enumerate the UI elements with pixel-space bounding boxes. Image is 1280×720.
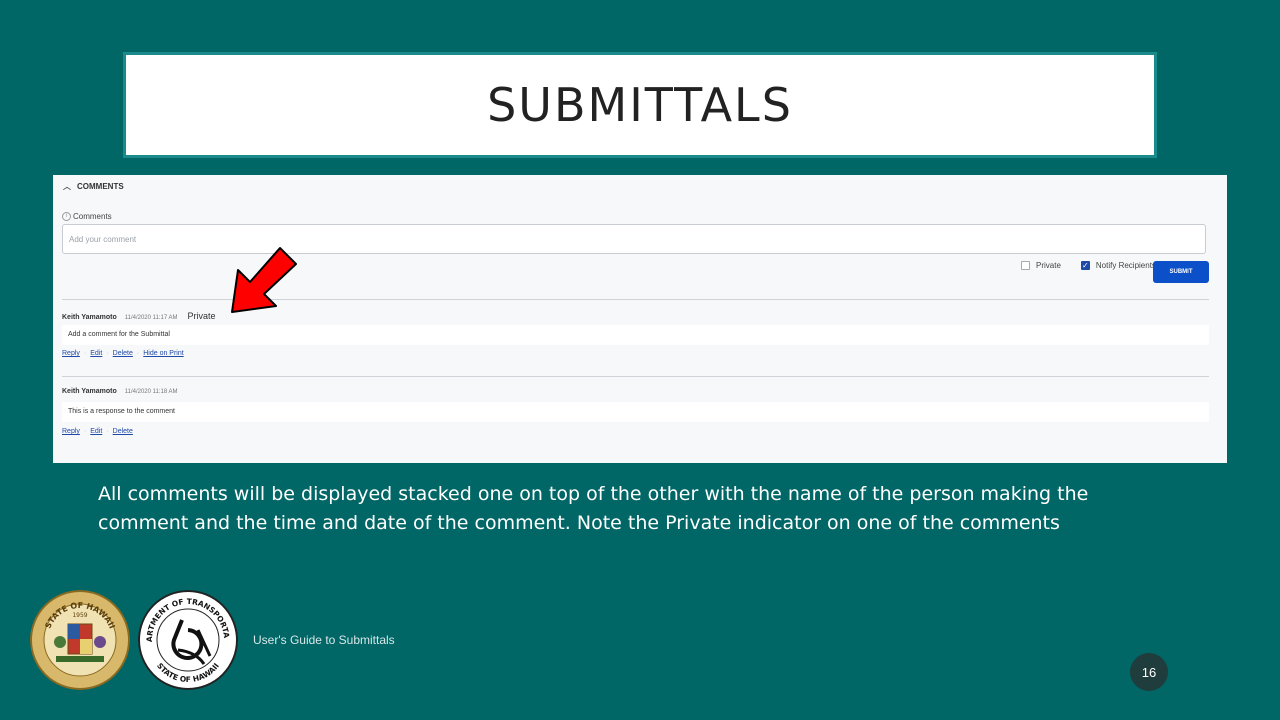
chevron-up-icon[interactable]: ︿ (63, 181, 71, 192)
comment-header: Keith Yamamoto 11/4/2020 11:18 AM (62, 388, 178, 395)
page-number: 16 (1130, 653, 1168, 691)
separator: · (106, 350, 109, 357)
private-checkbox-label: Private (1036, 261, 1061, 270)
comment-options: Private ✓ Notify Recipients (1021, 261, 1156, 270)
separator: · (106, 428, 109, 435)
comments-field-label: i Comments (62, 212, 112, 221)
slide-title-box: SUBMITTALS (123, 52, 1157, 158)
delete-link[interactable]: Delete (113, 428, 133, 435)
private-checkbox[interactable] (1021, 261, 1030, 270)
footer-text: User's Guide to Submittals (253, 633, 395, 647)
notify-recipients-checkbox[interactable]: ✓ (1080, 261, 1090, 270)
info-icon: i (62, 212, 71, 221)
divider (62, 376, 1209, 377)
delete-link[interactable]: Delete (113, 350, 133, 357)
comment-author: Keith Yamamoto (62, 388, 117, 395)
hide-on-print-link[interactable]: Hide on Print (143, 350, 183, 357)
arrow-pointer-icon (231, 247, 297, 313)
comments-section-title: COMMENTS (77, 182, 124, 191)
comment-body: This is a response to the comment (62, 402, 1209, 422)
comments-section-header[interactable]: ︿ COMMENTS (63, 181, 124, 192)
comment-author: Keith Yamamoto (62, 314, 117, 321)
comment-timestamp: 11/4/2020 11:18 AM (124, 389, 178, 395)
separator: · (83, 350, 87, 357)
comments-panel: ︿ COMMENTS i Comments Private ✓ Notify R… (53, 175, 1227, 463)
notify-recipients-label: Notify Recipients (1095, 261, 1156, 270)
edit-link[interactable]: Edit (90, 428, 102, 435)
submit-button[interactable]: SUBMIT (1153, 261, 1209, 283)
reply-link[interactable]: Reply (62, 350, 80, 357)
comments-label-text: Comments (73, 212, 112, 221)
comment-timestamp: 11/4/2020 11:17 AM (124, 315, 178, 321)
private-indicator: Private (187, 311, 216, 321)
separator: · (136, 350, 140, 357)
slide-caption: All comments will be displayed stacked o… (98, 483, 1089, 534)
comment-header: Keith Yamamoto 11/4/2020 11:17 AM Privat… (62, 311, 216, 321)
reply-link[interactable]: Reply (62, 428, 80, 435)
department-of-transportation-logo-icon: DEPARTMENT OF TRANSPORTATION STATE OF HA… (138, 590, 238, 690)
separator: · (83, 428, 87, 435)
slide-title: SUBMITTALS (487, 78, 793, 132)
comment-actions: Reply · Edit · Delete · Hide on Print (62, 350, 184, 357)
edit-link[interactable]: Edit (90, 350, 102, 357)
comment-body: Add a comment for the Submittal (62, 325, 1209, 345)
seal-year: 1959 (72, 612, 87, 619)
state-of-hawaii-seal-icon: STATE OF HAWAII 1959 (30, 590, 130, 690)
comment-actions: Reply · Edit · Delete (62, 428, 133, 435)
